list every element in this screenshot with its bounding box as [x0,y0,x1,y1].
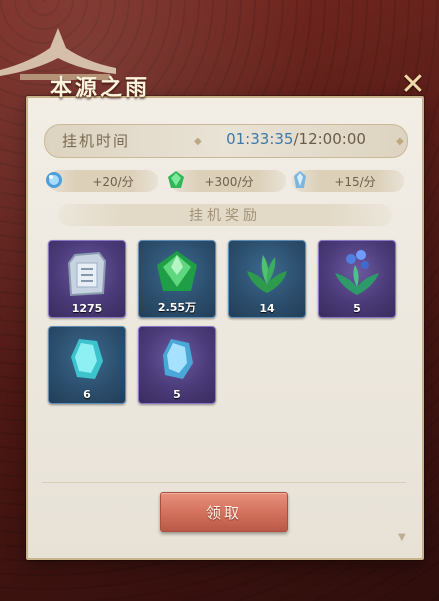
blue-crystal-icon [163,339,193,379]
reward-item-silver-tablet[interactable]: 1275 [48,240,126,318]
green-gem-icon [168,171,184,188]
reward-item-green-herb[interactable]: 14 [228,240,306,318]
rate-text-orb: +20/分 [92,175,134,189]
idle-time-value: 01:33:35/12:00:00 [198,130,394,152]
dialog-title: 本源之雨 [50,75,151,101]
rate-text-crystal: +15/分 [334,175,376,189]
rewards-section-title: 挂机奖励 [189,208,261,224]
rate-text-gem: +300/分 [204,175,254,189]
idle-time-current: 01:33:35 [226,130,294,148]
scroll-down-icon: ▼ [398,532,406,543]
idle-time-label: 挂机时间 [62,132,131,150]
idle-time-total: 12:00:00 [298,130,366,148]
reward-qty: 1275 [71,302,103,315]
reward-item-blue-crystal[interactable]: 5 [138,326,216,404]
teal-crystal-icon [71,339,103,379]
reward-qty: 6 [83,388,91,401]
silver-tablet-icon [67,251,107,297]
green-herb-icon [247,255,287,293]
reward-item-teal-crystal[interactable]: 6 [48,326,126,404]
reward-item-green-gem[interactable]: 2.55万 [138,240,216,318]
footer-divider [42,482,406,483]
claim-button[interactable]: 领取 [160,492,288,532]
crystal-icon [294,171,306,188]
close-icon[interactable]: ✕ [398,70,428,100]
ornament-right-icon: ◆ [396,136,404,147]
reward-qty: 5 [353,302,361,315]
claim-button-label: 领取 [205,503,242,522]
blue-orb-icon [46,172,62,188]
reward-item-blue-flower-herb[interactable]: 5 [318,240,396,318]
reward-qty: 14 [259,302,275,315]
reward-qty: 5 [173,388,181,401]
blue-flower-herb-icon [335,250,379,295]
reward-qty: 2.55万 [157,301,197,314]
green-gem-icon [157,251,197,291]
